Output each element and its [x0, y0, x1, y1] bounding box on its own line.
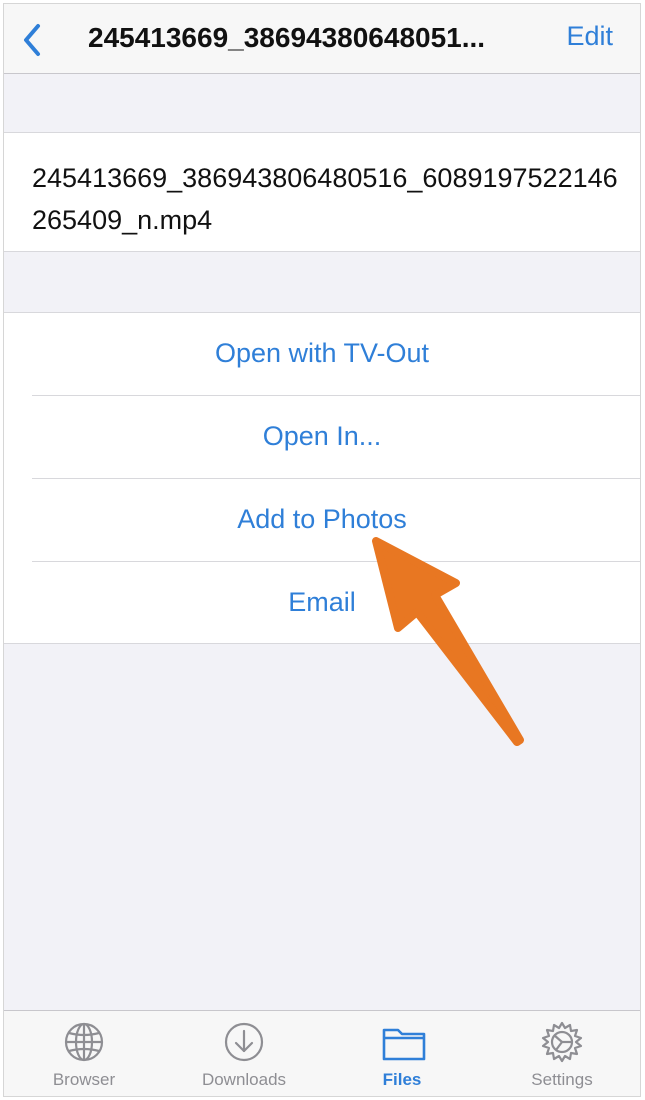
gear-icon [541, 1021, 583, 1063]
page-title: 245413669_38694380648051... [88, 22, 486, 53]
action-label: Add to Photos [237, 504, 407, 534]
file-name: 245413669_386943806480516_60891975221462… [32, 163, 618, 235]
back-button[interactable] [14, 18, 54, 62]
folder-icon [382, 1028, 426, 1061]
email-button[interactable]: Email [4, 562, 640, 645]
tab-label: Downloads [201, 1070, 287, 1089]
navigation-bar: 245413669_38694380648051... Edit [4, 4, 640, 74]
tab-downloads[interactable]: Downloads [164, 1011, 324, 1096]
chevron-left-icon [24, 24, 40, 56]
file-actions-list: Open with TV-Out Open In... Add to Photo… [4, 312, 640, 644]
tab-files[interactable]: Files [322, 1011, 482, 1096]
open-with-tv-out-button[interactable]: Open with TV-Out [4, 313, 640, 396]
tab-label: Files [382, 1070, 422, 1089]
tab-bar: Browser Downloads Files Settings [4, 1010, 640, 1096]
globe-icon [64, 1022, 104, 1062]
add-to-photos-button[interactable]: Add to Photos [4, 479, 640, 562]
action-label: Open with TV-Out [214, 338, 430, 368]
download-circle-icon [224, 1022, 264, 1062]
edit-button[interactable]: Edit [566, 21, 613, 52]
action-label: Open In... [262, 421, 382, 451]
file-name-cell: 245413669_386943806480516_60891975221462… [4, 132, 640, 252]
open-in-button[interactable]: Open In... [4, 396, 640, 479]
app-window: 245413669_38694380648051... Edit 2454136… [3, 3, 641, 1097]
action-label: Email [288, 587, 356, 617]
tab-label: Browser [52, 1070, 116, 1089]
tab-settings[interactable]: Settings [482, 1011, 640, 1096]
tab-browser[interactable]: Browser [4, 1011, 164, 1096]
tab-label: Settings [531, 1070, 593, 1089]
